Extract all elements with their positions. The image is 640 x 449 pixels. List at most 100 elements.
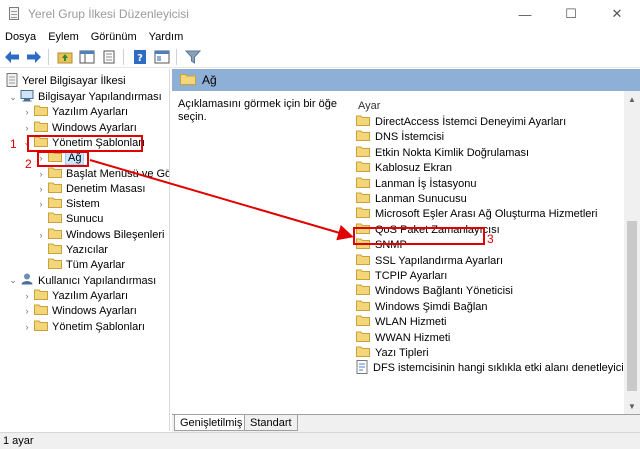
list-item-label: Kablosuz Ekran (375, 162, 453, 175)
folder-row[interactable]: Microsoft Eşler Arası Ağ Oluşturma Hizme… (356, 206, 598, 222)
tree-item-user-software-settings[interactable]: › Yazılım Ayarları (22, 288, 128, 304)
tree-root[interactable]: Yerel Bilgisayar İlkesi (4, 72, 126, 89)
console-tree: Yerel Bilgisayar İlkesi ⌄ Bilgisayar Yapı… (0, 69, 170, 431)
scroll-thumb[interactable] (627, 221, 637, 391)
chevron-down-icon[interactable]: ⌄ (8, 92, 18, 103)
folder-icon (356, 315, 370, 329)
chevron-right-icon[interactable]: › (22, 322, 32, 332)
folder-icon (180, 73, 196, 88)
scroll-up-icon[interactable]: ▲ (624, 91, 640, 107)
tree-item-label: Yönetim Şablonları (52, 320, 145, 333)
close-button[interactable]: ✕ (594, 0, 640, 28)
tree-item-user-administrative-templates[interactable]: › Yönetim Şablonları (22, 319, 145, 335)
show-hide-tree-button[interactable] (77, 47, 97, 67)
folder-row[interactable]: Lanman Sunucusu (356, 191, 467, 207)
filter-button[interactable] (183, 47, 203, 67)
folder-icon (34, 304, 48, 318)
chevron-right-icon[interactable]: › (22, 306, 32, 316)
scroll-down-icon[interactable]: ▼ (624, 398, 640, 414)
annotation-number-3: 3 (487, 232, 494, 246)
tree-item-label: Yazılım Ayarları (52, 289, 129, 302)
title-bar: Yerel Grup İlkesi Düzenleyicisi — ☐ ✕ (0, 0, 640, 28)
chevron-right-icon[interactable]: › (36, 199, 46, 209)
chevron-right-icon[interactable]: › (36, 230, 46, 240)
help-icon: ? (134, 49, 146, 64)
chevron-right-icon[interactable]: › (36, 169, 46, 179)
tree-item-software-settings[interactable]: › Yazılım Ayarları (22, 104, 128, 120)
computer-icon (20, 89, 34, 105)
tree-item-user-configuration[interactable]: ⌄ Kullanıcı Yapılandırması (8, 273, 156, 289)
tree-item-computer-configuration[interactable]: ⌄ Bilgisayar Yapılandırması (8, 89, 162, 105)
menu-file[interactable]: Dosya (0, 31, 42, 43)
forward-button[interactable] (24, 47, 44, 67)
list-item-label: Yazı Tipleri (375, 347, 429, 359)
tree-item-system[interactable]: › Sistem (36, 196, 100, 212)
maximize-button[interactable]: ☐ (548, 0, 594, 28)
tree-item-server[interactable]: Sunucu (36, 211, 103, 227)
extended-view-button[interactable] (152, 47, 172, 67)
svg-text:?: ? (137, 53, 143, 64)
tree-item-windows-components[interactable]: › Windows Bileşenleri (36, 227, 164, 243)
tree-item-label: Sunucu (66, 213, 104, 226)
list-item-label: Windows Bağlantı Yöneticisi (375, 285, 513, 298)
list-item-label: DirectAccess İstemci Deneyimi Ayarları (375, 116, 567, 128)
tree-item-label: Bilgisayar Yapılandırması (38, 91, 162, 103)
folder-icon (356, 146, 370, 160)
folder-row[interactable]: WWAN Hizmeti (356, 330, 450, 346)
folder-icon (48, 167, 62, 181)
tree-item-all-settings[interactable]: Tüm Ayarlar (36, 257, 125, 273)
folder-row[interactable]: WLAN Hizmeti (356, 314, 447, 330)
folder-icon (356, 284, 370, 298)
tab-extended[interactable]: Genişletilmiş (174, 415, 249, 431)
details-header: Ağ (172, 69, 640, 91)
properties-button[interactable] (99, 47, 119, 67)
folder-icon (34, 289, 48, 303)
folder-row[interactable]: DirectAccess İstemci Deneyimi Ayarları (356, 114, 566, 130)
folder-icon (356, 192, 370, 206)
folder-icon (356, 346, 370, 360)
chevron-right-icon[interactable]: › (22, 123, 32, 133)
setting-row[interactable]: DFS istemcisinin hangi sıklıkla etki ala… (356, 359, 640, 376)
tree-item-start-menu[interactable]: › Başlat Menüsü ve Görev Çubuğu (36, 166, 169, 182)
folder-icon (48, 243, 62, 257)
menu-view[interactable]: Görünüm (85, 31, 143, 43)
up-folder-button[interactable] (55, 47, 75, 67)
tree-item-windows-settings[interactable]: › Windows Ayarları (22, 120, 137, 136)
tree-item-control-panel[interactable]: › Denetim Masası (36, 181, 145, 197)
list-item-label: WLAN Hizmeti (375, 316, 447, 329)
minimize-button[interactable]: — (502, 0, 548, 28)
folder-icon (34, 320, 48, 334)
folder-icon (48, 197, 62, 211)
list-item-label: WWAN Hizmeti (375, 331, 451, 344)
tab-standard[interactable]: Standart (244, 415, 298, 431)
tree-item-user-windows-settings[interactable]: › Windows Ayarları (22, 303, 137, 319)
tree-item-printers[interactable]: Yazıcılar (36, 242, 108, 258)
back-button[interactable] (2, 47, 22, 67)
folder-icon (356, 115, 370, 129)
column-header-setting[interactable]: Ayar (358, 100, 380, 112)
chevron-right-icon[interactable]: › (36, 184, 46, 194)
folder-row[interactable]: Lanman İş İstasyonu (356, 176, 477, 192)
folder-row[interactable]: DNS İstemcisi (356, 129, 444, 145)
menu-bar: Dosya Eylem Görünüm Yardım (0, 28, 640, 46)
folder-row[interactable]: Etkin Nokta Kimlik Doğrulaması (356, 145, 529, 161)
folder-row[interactable]: SSL Yapılandırma Ayarları (356, 253, 503, 269)
toolbar: ? (0, 46, 640, 68)
menu-help[interactable]: Yardım (143, 31, 190, 43)
menu-action[interactable]: Eylem (42, 31, 85, 43)
folder-icon (356, 177, 370, 191)
list-item-label: SSL Yapılandırma Ayarları (375, 254, 503, 267)
folder-icon (34, 121, 48, 135)
folder-row[interactable]: TCPIP Ayarları (356, 268, 447, 284)
user-icon (20, 273, 34, 288)
folder-row[interactable]: Windows Şimdi Bağlan (356, 299, 488, 315)
folder-row[interactable]: Yazı Tipleri (356, 345, 429, 361)
vertical-scrollbar[interactable]: ▲ ▼ (624, 91, 640, 414)
list-item-label: Microsoft Eşler Arası Ağ Oluşturma Hizme… (375, 208, 598, 221)
folder-row[interactable]: Kablosuz Ekran (356, 160, 452, 176)
chevron-down-icon[interactable]: ⌄ (8, 275, 18, 286)
chevron-right-icon[interactable]: › (22, 291, 32, 301)
folder-row[interactable]: Windows Bağlantı Yöneticisi (356, 283, 513, 299)
help-button[interactable]: ? (130, 47, 150, 67)
chevron-right-icon[interactable]: › (22, 107, 32, 117)
